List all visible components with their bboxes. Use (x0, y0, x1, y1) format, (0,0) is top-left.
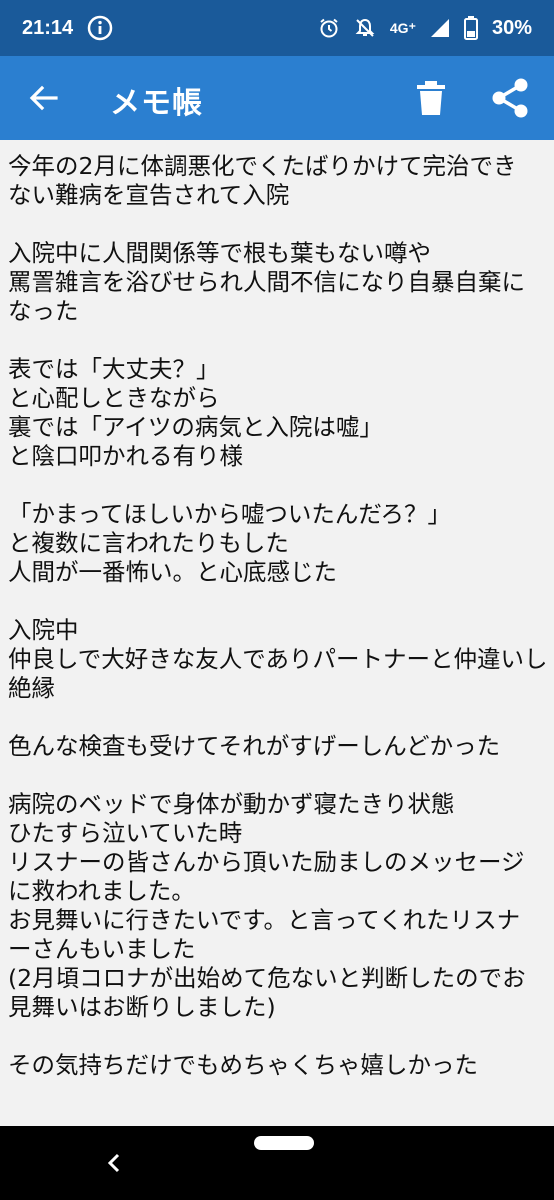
memo-line: ーさんもいました (8, 935, 196, 963)
memo-line: 色んな検査も受けてそれがすげーしんどかった (8, 732, 501, 760)
memo-line: その気持ちだけでもめちゃくちゃ嬉しかった (8, 1051, 478, 1079)
memo-line: ひたすら泣いていた時 (8, 819, 243, 847)
memo-line: なった (8, 297, 79, 325)
arrow-left-icon (29, 85, 58, 111)
memo-line: に救われました。 (8, 877, 195, 905)
memo-line: 病院のベッドで身体が動かず寝たきり状態 (8, 790, 455, 818)
delete-button[interactable] (416, 80, 446, 116)
memo-line: 絶縁 (8, 674, 55, 702)
app-bar: メモ帳 (0, 56, 554, 140)
memo-line: 人間が一番怖い。と心底感じた (8, 558, 337, 586)
status-bar-right: 4G⁺ 30% (318, 16, 532, 40)
memo-line: 今年の2月に体調悪化でくたばりかけて完治でき (8, 152, 517, 180)
signal-icon (430, 19, 449, 37)
network-type-label: 4G⁺ (389, 19, 416, 36)
memo-text[interactable]: 今年の2月に体調悪化でくたばりかけて完治でき ない難病を宣告されて入院入院中に人間… (8, 152, 548, 1080)
memo-line: 入院中 (8, 616, 79, 644)
memo-line: と複数に言われたりもした (8, 529, 289, 557)
chevron-left-icon (107, 1153, 120, 1173)
memo-line: (2月頃コロナが出始めて危ないと判断したのでお (8, 964, 526, 992)
navigation-bar (0, 1126, 554, 1200)
memo-line: 見舞いはお断りしました) (8, 993, 276, 1021)
notifications-off-icon (355, 18, 375, 37)
battery-icon (463, 16, 478, 40)
memo-line: ない難病を宣告されて入院 (8, 181, 290, 209)
status-bar-left: 21:14 (22, 15, 113, 41)
back-button[interactable] (28, 82, 60, 114)
page-title: メモ帳 (110, 86, 203, 121)
status-bar: 21:14 4G⁺ 30% (0, 0, 554, 56)
memo-line: 罵詈雑言を浴びせられ人間不信になり自暴自棄に (8, 268, 525, 296)
memo-line: お見舞いに行きたいです。と言ってくれたリスナ (8, 906, 521, 934)
share-button[interactable] (490, 78, 530, 118)
memo-line: 入院中に人間関係等で根も葉もない噂や (8, 239, 431, 267)
memo-line: リスナーの皆さんから頂いた励ましのメッセージ (8, 848, 525, 876)
battery-percentage: 30% (491, 16, 532, 39)
info-icon (87, 15, 113, 41)
share-icon (492, 78, 528, 118)
status-time: 21:14 (22, 16, 74, 39)
memo-line: と心配しときながら (8, 384, 220, 412)
trash-icon (417, 81, 445, 115)
nav-back-button[interactable] (104, 1152, 124, 1174)
memo-line: 「かまってほしいから嘘ついたんだろ？」 (8, 500, 451, 528)
alarm-icon (320, 18, 338, 38)
memo-line: 仲良しで大好きな友人でありパートナーと仲違いし (8, 645, 548, 673)
memo-line: 表では「大丈夫？」 (8, 355, 220, 383)
memo-line: と陰口叩かれる有り様 (8, 442, 243, 470)
home-pill-button[interactable] (254, 1136, 314, 1150)
memo-line: 裏では「アイツの病気と入院は嘘」 (8, 413, 383, 441)
